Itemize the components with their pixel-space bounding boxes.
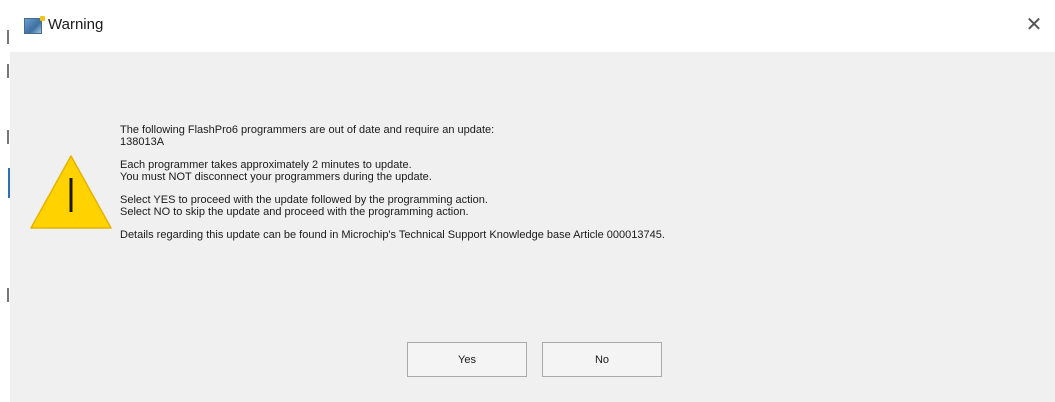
- window-title: Warning: [48, 16, 104, 33]
- edge-mark: [7, 30, 9, 44]
- edge-mark: [7, 64, 9, 78]
- warning-triangle-icon: [30, 155, 112, 229]
- yes-button[interactable]: Yes: [407, 342, 527, 377]
- no-button[interactable]: No: [542, 342, 662, 377]
- message-line: Select YES to proceed with the update fo…: [120, 194, 488, 206]
- programmer-id: 138013A: [120, 136, 165, 148]
- close-button[interactable]: ✕: [1019, 10, 1049, 40]
- title-bar[interactable]: Warning ✕: [10, 0, 1055, 52]
- background-window-edge: [0, 0, 11, 402]
- edge-mark: [7, 288, 9, 302]
- app-icon-spark: [40, 16, 45, 21]
- edge-mark: [7, 130, 9, 144]
- warning-dialog-window: Warning ✕ The following FlashPro6 progra…: [0, 0, 1055, 402]
- message-paragraph: Details regarding this update can be fou…: [120, 229, 1020, 241]
- message-line: Each programmer takes approximately 2 mi…: [120, 159, 412, 171]
- message-paragraph: Select YES to proceed with the update fo…: [120, 194, 1020, 218]
- message-line: Select NO to skip the update and proceed…: [120, 206, 469, 218]
- message-line: You must NOT disconnect your programmers…: [120, 171, 432, 183]
- message-paragraph: Each programmer takes approximately 2 mi…: [120, 159, 1020, 183]
- warning-message: The following FlashPro6 programmers are …: [120, 124, 1020, 252]
- message-line: Details regarding this update can be fou…: [120, 229, 665, 241]
- dialog-body: The following FlashPro6 programmers are …: [10, 52, 1055, 402]
- close-icon: ✕: [1025, 14, 1043, 36]
- message-paragraph: The following FlashPro6 programmers are …: [120, 124, 1020, 148]
- app-window-icon: [24, 16, 45, 34]
- message-line: The following FlashPro6 programmers are …: [120, 124, 495, 136]
